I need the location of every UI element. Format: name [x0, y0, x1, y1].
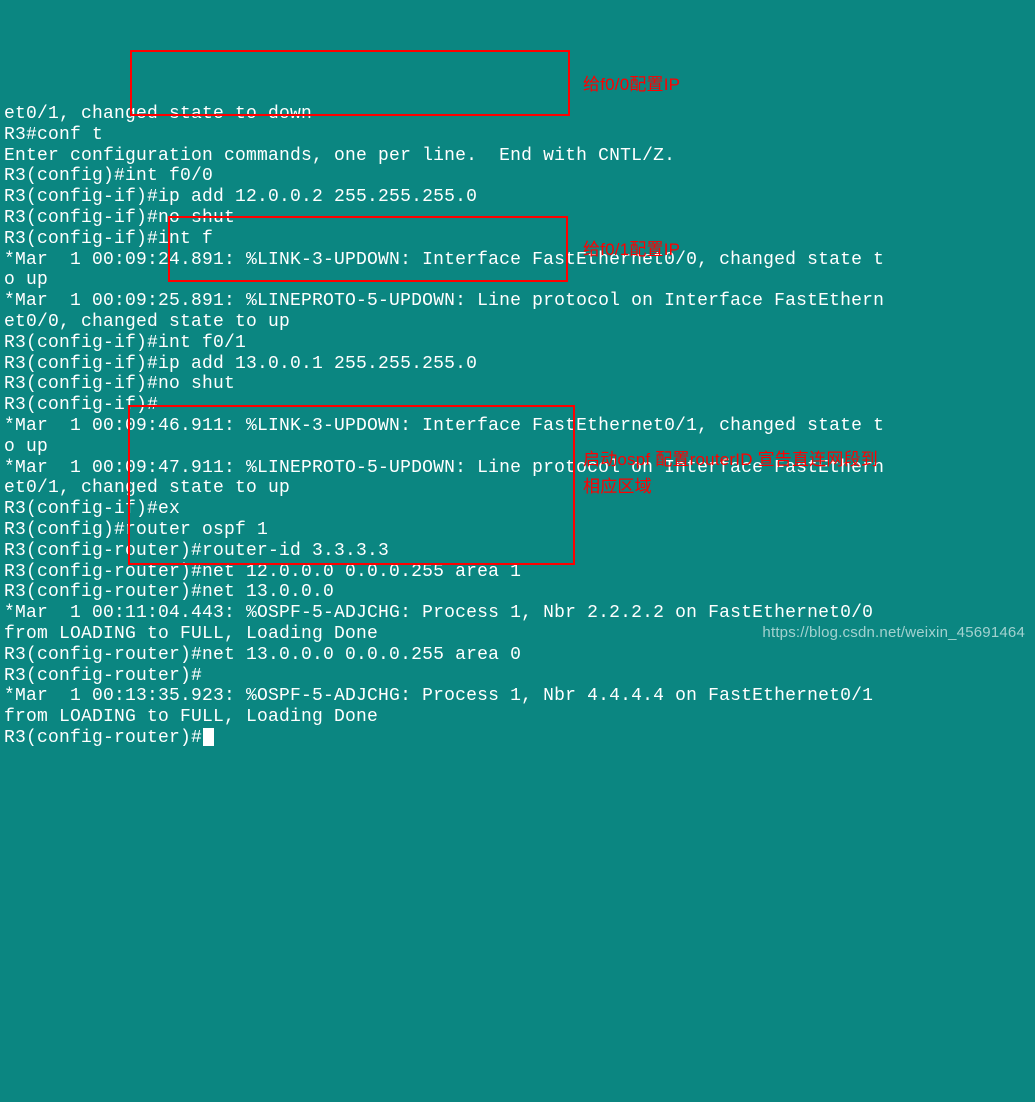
- terminal-line: *Mar 1 00:09:24.891: %LINK-3-UPDOWN: Int…: [4, 250, 884, 270]
- terminal-line: R3(config-if)#ex: [4, 499, 180, 519]
- terminal-line: R3(config-router)#net 13.0.0.0 0.0.0.255…: [4, 645, 521, 665]
- terminal-line: et0/0, changed state to up: [4, 312, 290, 332]
- cursor-icon: [203, 728, 214, 746]
- terminal-line: *Mar 1 00:11:04.443: %OSPF-5-ADJCHG: Pro…: [4, 603, 873, 623]
- terminal-line: R3(config-if)#ip add 13.0.0.1 255.255.25…: [4, 354, 477, 374]
- annotation-label-ospf-line2: 相应区域: [583, 477, 652, 498]
- terminal-prompt[interactable]: R3(config-router)#: [4, 728, 202, 748]
- terminal-line: R3(config-if)#no shut: [4, 374, 235, 394]
- terminal-line: *Mar 1 00:09:46.911: %LINK-3-UPDOWN: Int…: [4, 416, 884, 436]
- terminal-line: R3(config)#int f0/0: [4, 166, 213, 186]
- terminal-line: et0/1, changed state to up: [4, 478, 290, 498]
- terminal-line: R3(config-router)#net 13.0.0.0: [4, 582, 334, 602]
- terminal-line: R3(config-router)#router-id 3.3.3.3: [4, 541, 389, 561]
- annotation-label-f01: 给f0/1配置IP: [583, 240, 680, 261]
- terminal-line: R3(config-if)#: [4, 395, 158, 415]
- terminal-line: R3(config-router)#net 12.0.0.0 0.0.0.255…: [4, 562, 521, 582]
- terminal-line: *Mar 1 00:13:35.923: %OSPF-5-ADJCHG: Pro…: [4, 686, 873, 706]
- annotation-label-ospf-line1: 启动ospf 配置routerID 宣告直连网段到: [583, 450, 878, 471]
- terminal-line: R3(config-if)#ip add 12.0.0.2 255.255.25…: [4, 187, 477, 207]
- terminal-line: from LOADING to FULL, Loading Done: [4, 624, 378, 644]
- terminal-output: et0/1, changed state to down R3#conf t E…: [0, 83, 1035, 749]
- terminal-line: R3(config-router)#: [4, 666, 202, 686]
- terminal-line: et0/1, changed state to down: [4, 104, 312, 124]
- terminal-line: R3(config)#router ospf 1: [4, 520, 268, 540]
- terminal-line: Enter configuration commands, one per li…: [4, 146, 675, 166]
- terminal-line: from LOADING to FULL, Loading Done: [4, 707, 378, 727]
- terminal-line: o up: [4, 437, 48, 457]
- annotation-label-f00: 给f0/0配置IP: [583, 75, 680, 96]
- terminal-line: o up: [4, 270, 48, 290]
- terminal-line: R3#conf t: [4, 125, 103, 145]
- terminal-line: R3(config-if)#no shut: [4, 208, 235, 228]
- terminal-line: R3(config-if)#int f: [4, 229, 213, 249]
- terminal-line: *Mar 1 00:09:25.891: %LINEPROTO-5-UPDOWN…: [4, 291, 884, 311]
- watermark: https://blog.csdn.net/weixin_45691464: [762, 623, 1025, 644]
- terminal-line: R3(config-if)#int f0/1: [4, 333, 246, 353]
